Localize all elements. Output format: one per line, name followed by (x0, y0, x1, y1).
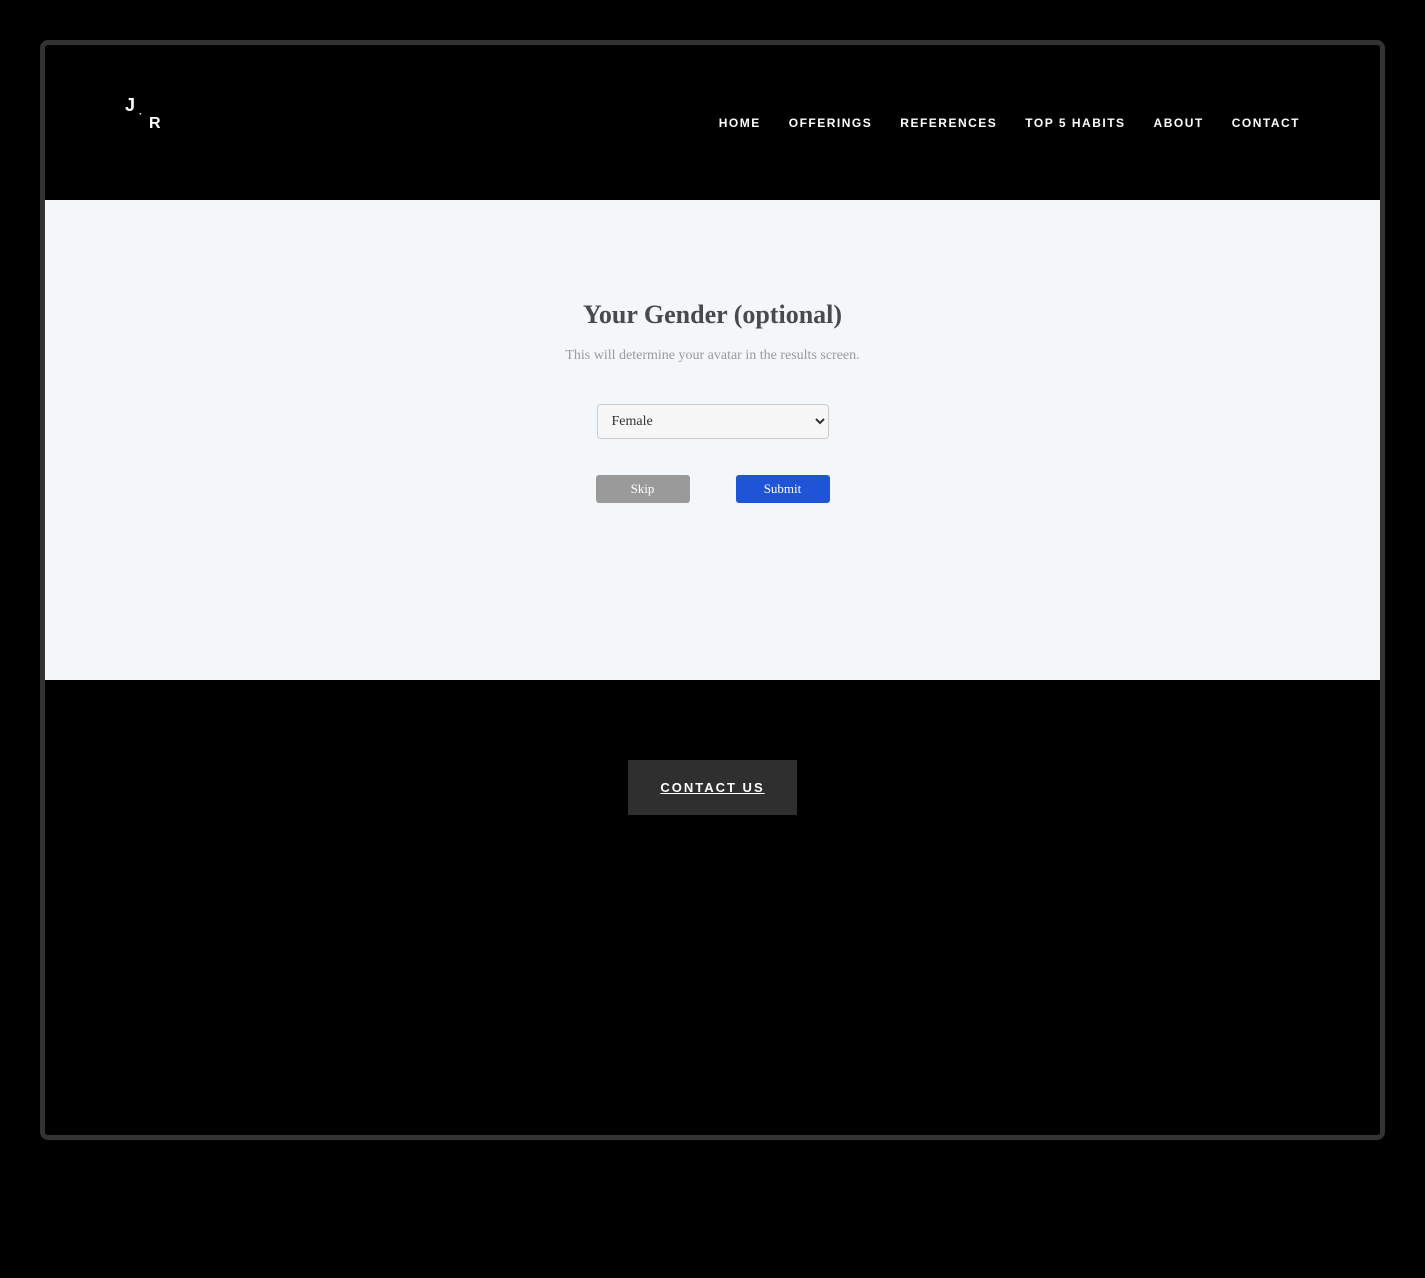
logo-text-1: J (125, 95, 135, 116)
nav-references[interactable]: REFERENCES (900, 116, 997, 130)
footer: CONTACT US (45, 680, 1380, 1135)
form-subtitle: This will determine your avatar in the r… (85, 348, 1340, 364)
nav-home[interactable]: HOME (719, 116, 761, 130)
gender-select[interactable]: Female (597, 404, 829, 439)
contact-us-button[interactable]: CONTACT US (628, 760, 796, 815)
main-nav: HOME OFFERINGS REFERENCES TOP 5 HABITS A… (719, 116, 1300, 130)
logo[interactable]: J · R (125, 103, 165, 143)
nav-offerings[interactable]: OFFERINGS (789, 116, 873, 130)
nav-top5habits[interactable]: TOP 5 HABITS (1025, 116, 1125, 130)
logo-text-2: R (149, 115, 161, 133)
skip-button[interactable]: Skip (596, 475, 690, 503)
select-wrapper: Female (85, 404, 1340, 439)
submit-button[interactable]: Submit (736, 475, 830, 503)
nav-about[interactable]: ABOUT (1154, 116, 1204, 130)
logo-separator: · (139, 109, 142, 120)
page-container: J · R HOME OFFERINGS REFERENCES TOP 5 HA… (40, 40, 1385, 1140)
nav-contact[interactable]: CONTACT (1232, 116, 1300, 130)
button-row: Skip Submit (85, 475, 1340, 503)
form-title: Your Gender (optional) (85, 300, 1340, 330)
form-section: Your Gender (optional) This will determi… (45, 200, 1380, 680)
header: J · R HOME OFFERINGS REFERENCES TOP 5 HA… (45, 45, 1380, 200)
